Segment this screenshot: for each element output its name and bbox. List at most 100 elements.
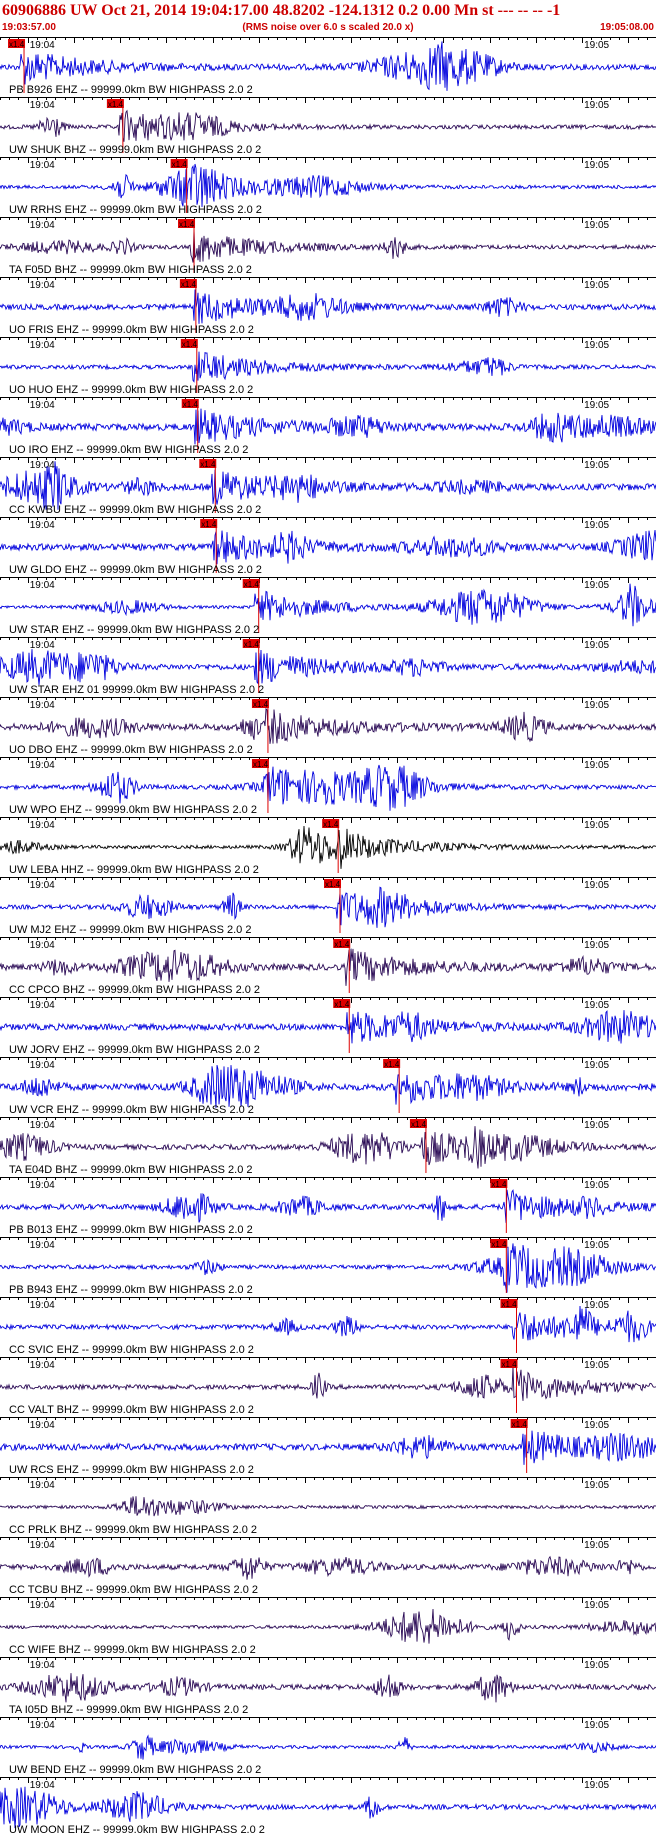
station-label: CC CPCO BHZ -- 99999.0km BW HIGHPASS 2.0… xyxy=(9,984,260,996)
tick-label: 19:04 xyxy=(30,640,55,651)
tick-label: 19:04 xyxy=(30,520,55,531)
pick-label: x1.4 xyxy=(201,520,217,529)
trace-6: 19:04 19:05 x1.4 UO HUO EHZ -- 99999.0km BW… xyxy=(0,337,656,396)
trace-19: 19:04 19:05 x1.4 TA E04D BHZ -- 99999.0km B… xyxy=(0,1117,656,1176)
station-label: UW JORV EHZ -- 99999.0km BW HIGHPASS 2.0… xyxy=(9,1044,260,1056)
pick-label: x1.4 xyxy=(491,1240,507,1249)
tick-label: 19:04 xyxy=(30,400,55,411)
trace-12: 19:04 19:05 x1.4 UO DBO EHZ -- 99999.0km BW… xyxy=(0,697,656,756)
station-label: UW GLDO EHZ -- 99999.0km BW HIGHPASS 2.0… xyxy=(9,564,262,576)
pick-label: x1.4 xyxy=(323,820,339,829)
station-label: PB B013 EHZ -- 99999.0km BW HIGHPASS 2.0… xyxy=(9,1224,253,1236)
tick-label: 19:04 xyxy=(30,1060,55,1071)
tick-label: 19:05 xyxy=(584,400,609,411)
trace-10: 19:04 19:05 x1.4 UW STAR EHZ -- 99999.0km B… xyxy=(0,577,656,636)
tick-label: 19:05 xyxy=(584,760,609,771)
tick-label: 19:04 xyxy=(30,760,55,771)
pick-label: x1.4 xyxy=(491,1180,507,1189)
station-label: UW RCS EHZ -- 99999.0km BW HIGHPASS 2.0 … xyxy=(9,1464,254,1476)
pick-label: x1.4 xyxy=(181,280,197,289)
trace-9: 19:04 19:05 x1.4 UW GLDO EHZ -- 99999.0km B… xyxy=(0,517,656,576)
station-label: TA E04D BHZ -- 99999.0km BW HIGHPASS 2.0… xyxy=(9,1164,253,1176)
waveform xyxy=(0,1064,656,1109)
waveform xyxy=(0,1734,656,1760)
tick-label: 19:04 xyxy=(30,1540,55,1551)
waveform xyxy=(0,825,656,869)
pick-label: x1.4 xyxy=(253,700,269,709)
station-label: UO DBO EHZ -- 99999.0km BW HIGHPASS 2.0 … xyxy=(9,744,253,756)
trace-29: 19:04 19:05 UW BEND EHZ -- 99999.0km BW HI… xyxy=(0,1717,656,1776)
pick-label: x1.4 xyxy=(200,460,216,469)
waveform xyxy=(0,1608,656,1644)
waveform xyxy=(0,583,656,627)
tick-label: 19:04 xyxy=(30,340,55,351)
station-label: PB B926 EHZ -- 99999.0km BW HIGHPASS 2.0… xyxy=(9,84,253,96)
station-label: CC SVIC EHZ -- 99999.0km BW HIGHPASS 2.0… xyxy=(9,1344,254,1356)
trace-18: 19:04 19:05 x1.4 UW VCR EHZ -- 99999.0km BW… xyxy=(0,1057,656,1116)
trace-5: 19:04 19:05 x1.4 UO FRIS EHZ -- 99999.0km B… xyxy=(0,277,656,336)
waveform xyxy=(0,707,656,744)
tick-label: 19:04 xyxy=(30,820,55,831)
tick-label: 19:05 xyxy=(584,160,609,171)
tick-label: 19:05 xyxy=(584,1240,609,1251)
tick-label: 19:04 xyxy=(30,1240,55,1251)
trace-21: 19:04 19:05 x1.4 PB B943 EHZ -- 99999.0km B… xyxy=(0,1237,656,1296)
tick-label: 19:05 xyxy=(584,940,609,951)
waveform xyxy=(0,1305,656,1343)
tick-label: 19:05 xyxy=(584,820,609,831)
tick-label: 19:04 xyxy=(30,1480,55,1491)
station-label: UW STAR EHZ -- 99999.0km BW HIGHPASS 2.0… xyxy=(9,624,259,636)
waveform xyxy=(0,649,656,685)
tick-label: 19:04 xyxy=(30,700,55,711)
waveform xyxy=(0,229,656,263)
pick-label: x1.4 xyxy=(244,640,260,649)
station-label: UW RRHS EHZ -- 99999.0km BW HIGHPASS 2.0… xyxy=(9,204,262,216)
waveform xyxy=(0,289,656,324)
waveform xyxy=(0,109,656,142)
trace-8: 19:04 19:05 x1.4 CC KWBU EHZ -- 99999.0km B… xyxy=(0,457,656,516)
tick-label: 19:05 xyxy=(584,1300,609,1311)
seismogram-plot: 19:04 19:05 x1.4 PB B926 EHZ -- 99999.0km B… xyxy=(0,37,656,1836)
tick-label: 19:05 xyxy=(584,700,609,711)
tick-label: 19:04 xyxy=(30,1120,55,1131)
station-label: CC WIFE BHZ -- 99999.0km BW HIGHPASS 2.0… xyxy=(9,1644,256,1656)
pick-label: x1.4 xyxy=(179,220,195,229)
tick-label: 19:05 xyxy=(584,1540,609,1551)
tick-label: 19:05 xyxy=(584,580,609,591)
tick-label: 19:05 xyxy=(584,280,609,291)
waveform xyxy=(0,351,656,383)
station-label: UW BEND EHZ -- 99999.0km BW HIGHPASS 2.0… xyxy=(9,1764,261,1776)
trace-14: 19:04 19:05 x1.4 UW LEBA HHZ -- 99999.0km B… xyxy=(0,817,656,876)
trace-20: 19:04 19:05 x1.4 PB B013 EHZ -- 99999.0km B… xyxy=(0,1177,656,1236)
pick-label: x1.4 xyxy=(501,1300,517,1309)
pick-label: x1.4 xyxy=(384,1060,400,1069)
trace-1: 19:04 19:05 x1.4 PB B926 EHZ -- 99999.0km B… xyxy=(0,37,656,96)
tick-label: 19:04 xyxy=(30,880,55,891)
tick-label: 19:05 xyxy=(584,340,609,351)
pick-label: x1.4 xyxy=(411,1120,427,1129)
trace-27: 19:04 19:05 CC WIFE BHZ -- 99999.0km BW HI… xyxy=(0,1597,656,1656)
station-label: TA I05D BHZ -- 99999.0km BW HIGHPASS 2.0… xyxy=(9,1704,248,1716)
trace-22: 19:04 19:05 x1.4 CC SVIC EHZ -- 99999.0km B… xyxy=(0,1297,656,1356)
waveform xyxy=(0,1126,656,1169)
trace-26: 19:04 19:05 CC TCBU BHZ -- 99999.0km BW HI… xyxy=(0,1537,656,1596)
station-label: CC VALT BHZ -- 99999.0km BW HIGHPASS 2.0… xyxy=(9,1404,254,1416)
waveform xyxy=(0,461,656,510)
waveform xyxy=(0,529,656,565)
station-label: CC PRLK BHZ -- 99999.0km BW HIGHPASS 2.0… xyxy=(9,1524,257,1536)
station-label: CC TCBU BHZ -- 99999.0km BW HIGHPASS 2.0… xyxy=(9,1584,258,1596)
tick-label: 19:04 xyxy=(30,40,55,51)
waveform xyxy=(0,1786,656,1829)
tick-label: 19:05 xyxy=(584,880,609,891)
station-label: UW LEBA HHZ -- 99999.0km BW HIGHPASS 2.0… xyxy=(9,864,259,876)
tick-label: 19:04 xyxy=(30,580,55,591)
station-label: TA F05D BHZ -- 99999.0km BW HIGHPASS 2.0… xyxy=(9,264,252,276)
waveform xyxy=(0,1010,656,1044)
tick-label: 19:05 xyxy=(584,1600,609,1611)
station-label: UW VCR EHZ -- 99999.0km BW HIGHPASS 2.0 … xyxy=(9,1104,254,1116)
tick-label: 19:05 xyxy=(584,1720,609,1731)
waveform xyxy=(0,163,656,208)
station-label: UO FRIS EHZ -- 99999.0km BW HIGHPASS 2.0… xyxy=(9,324,254,336)
trace-17: 19:04 19:05 x1.4 UW JORV EHZ -- 99999.0km B… xyxy=(0,997,656,1056)
pick-label: x1.4 xyxy=(244,580,260,589)
